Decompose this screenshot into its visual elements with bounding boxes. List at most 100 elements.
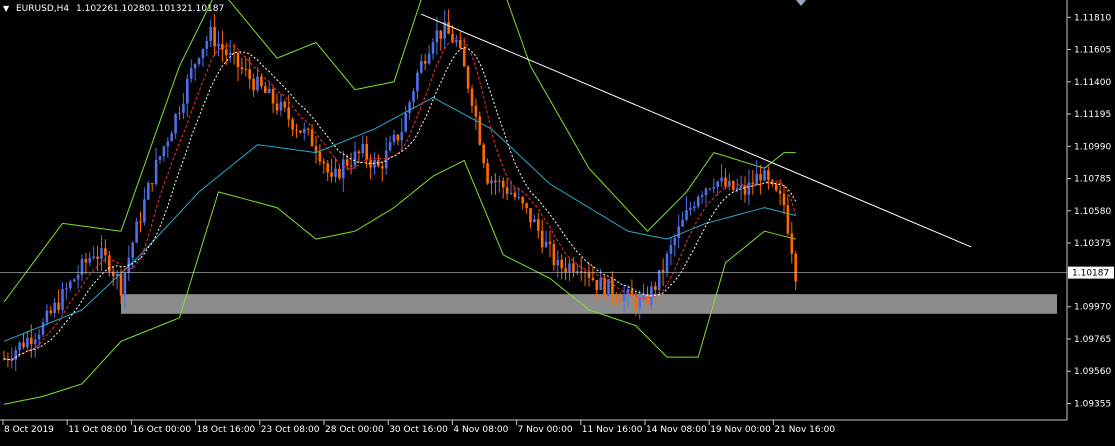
candle-body: [630, 289, 634, 297]
candle-body: [673, 237, 677, 246]
candle-body: [466, 66, 470, 89]
candle-body: [267, 88, 271, 94]
candle-body: [322, 161, 326, 164]
candle-body: [150, 183, 154, 185]
x-tick-label: 18 Oct 16:00: [197, 425, 256, 435]
candle-body: [96, 256, 99, 259]
candle-body: [529, 208, 532, 223]
candle-body: [755, 173, 758, 185]
x-tick-label: 16 Oct 00:00: [132, 425, 191, 435]
candle-body: [611, 279, 614, 296]
chart-canvas[interactable]: 1.11810 1.11605 1.11400 1.11195 1.10990 1.107…: [0, 0, 1115, 442]
candle-body: [197, 58, 201, 65]
candle-body: [498, 180, 501, 183]
candle-body: [166, 141, 170, 147]
candle-body: [252, 78, 255, 91]
current-price-label: 1.10187: [1072, 269, 1109, 279]
candle-body: [14, 350, 17, 361]
y-tick-label: 1.09355: [1074, 399, 1111, 409]
candle-body: [92, 256, 95, 258]
candle-body: [108, 255, 111, 272]
candle-body: [521, 197, 524, 204]
candle-body: [790, 233, 794, 254]
candle-body: [548, 241, 552, 244]
candle-body: [104, 248, 107, 256]
candle-body: [778, 190, 782, 194]
candle-body: [33, 339, 37, 345]
y-tick-label: 1.10375: [1074, 239, 1111, 249]
candle-body: [392, 134, 396, 142]
price-chart[interactable]: 1.11810 1.11605 1.11400 1.11195 1.10990 1.107…: [0, 0, 1115, 442]
candle-body: [447, 22, 450, 34]
candle-body: [743, 185, 747, 195]
support-zone: [121, 294, 1057, 314]
y-tick-label: 1.11195: [1074, 110, 1111, 120]
candle-body: [388, 141, 392, 151]
candle-body: [552, 243, 556, 266]
x-tick-label: 11 Oct 08:00: [68, 425, 127, 435]
candle-body: [669, 245, 673, 254]
candle-body: [143, 199, 146, 223]
candle-body: [330, 172, 333, 177]
candle-body: [236, 52, 240, 68]
candle-body: [423, 61, 427, 64]
candle-body: [435, 30, 439, 43]
x-tick-label: 30 Oct 16:00: [389, 425, 448, 435]
candle-body: [439, 30, 443, 39]
candle-body: [69, 281, 72, 289]
candle-body: [65, 288, 68, 290]
candle-body: [564, 268, 567, 273]
candle-body: [782, 193, 786, 206]
candle-body: [455, 40, 458, 43]
candle-body: [420, 61, 423, 73]
candle-body: [482, 144, 485, 164]
candle-body: [427, 53, 431, 64]
candle-body: [525, 203, 528, 209]
candle-body: [123, 272, 127, 296]
low-value: 1.10132: [150, 4, 187, 14]
candle-body: [361, 143, 365, 154]
candle-body: [45, 310, 49, 323]
candle-body: [357, 151, 361, 154]
candle-body: [412, 91, 415, 103]
candle-body: [76, 274, 80, 280]
candle-body: [747, 182, 751, 195]
candle-body: [661, 269, 665, 273]
candle-body: [400, 131, 404, 141]
candle-body: [638, 298, 641, 309]
candle-body: [408, 102, 411, 114]
y-tick-label: 1.11400: [1074, 78, 1111, 88]
y-tick-label: 1.10785: [1074, 175, 1111, 185]
candle-body: [22, 342, 25, 348]
dropdown-arrow-icon[interactable]: ▼: [3, 4, 10, 13]
candle-body: [326, 163, 329, 173]
x-tick-label: 19 Nov 00:00: [710, 425, 771, 435]
candle-body: [256, 76, 259, 91]
x-tick-label: 23 Oct 08:00: [261, 425, 320, 435]
candle-body: [689, 208, 692, 211]
candle-body: [61, 288, 64, 310]
candle-body: [572, 263, 575, 272]
candle-body: [310, 129, 314, 147]
candle-body: [26, 337, 29, 348]
candle-body: [303, 128, 306, 133]
candle-body: [174, 114, 177, 134]
candle-body: [248, 69, 251, 79]
candle-body: [763, 170, 766, 181]
candle-body: [189, 68, 193, 79]
candle-body: [513, 192, 517, 198]
candle-body: [201, 48, 205, 59]
candle-body: [49, 310, 53, 313]
candle-body: [349, 165, 353, 167]
candle-body: [314, 146, 318, 152]
candle-body: [462, 47, 466, 67]
candle-body: [271, 88, 275, 104]
candle-body: [794, 253, 797, 282]
y-tick-label: 1.09970: [1074, 303, 1111, 313]
x-tick-label: 28 Oct 00:00: [325, 425, 384, 435]
candle-body: [84, 259, 88, 263]
candle-body: [603, 278, 606, 296]
candle-body: [576, 271, 579, 273]
candle-body: [595, 279, 599, 291]
y-tick-label: 1.11605: [1074, 46, 1111, 56]
